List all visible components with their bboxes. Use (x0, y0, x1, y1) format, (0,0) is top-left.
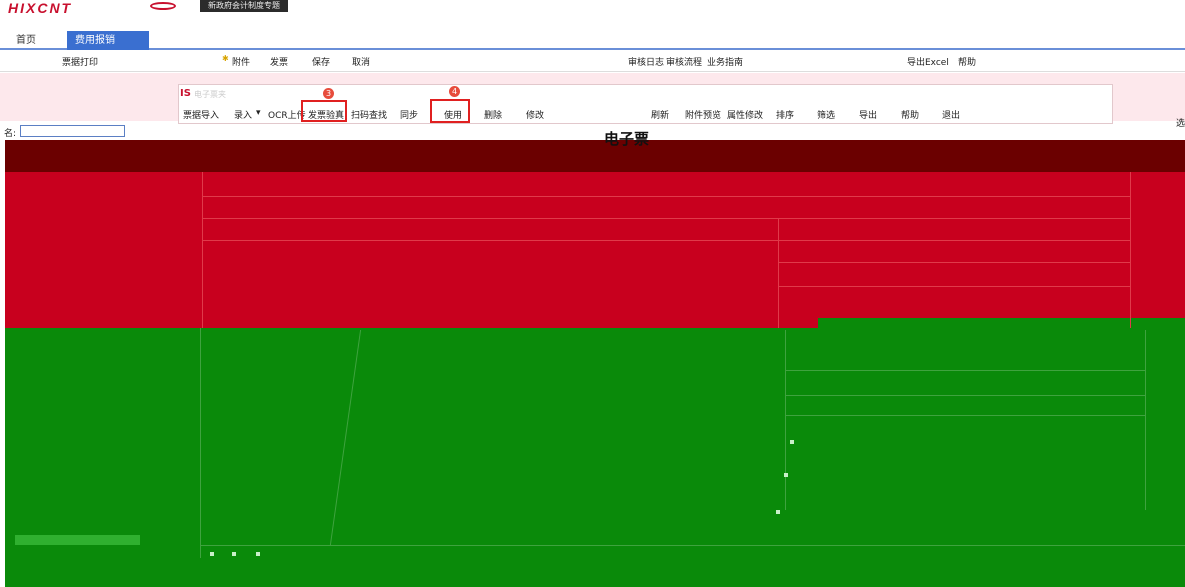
attach-button[interactable]: 附件 (232, 55, 250, 68)
guide-button[interactable]: 业务指南 (707, 55, 743, 68)
grid-line (202, 196, 1130, 197)
grid-line (1145, 330, 1146, 510)
logo-swoosh-icon (150, 2, 176, 10)
sync-button[interactable]: 同步 (400, 108, 418, 121)
document-header-band (5, 140, 1185, 172)
chevron-down-icon[interactable]: ▾ (256, 108, 261, 118)
brand-logo: HIXCNT (8, 0, 73, 16)
ocr-upload-button[interactable]: OCR上传 (268, 108, 306, 121)
refresh-button[interactable]: 刷新 (651, 108, 669, 121)
sub-help-button[interactable]: 帮助 (901, 108, 919, 121)
window-logo: IS (180, 88, 191, 99)
save-button[interactable]: 保存 (312, 55, 330, 68)
step-marker-3: 3 (323, 88, 334, 99)
highlight-use (430, 99, 470, 123)
grid-line (785, 370, 1145, 371)
print-button[interactable]: 票据打印 (62, 55, 98, 68)
grid-line (1130, 172, 1131, 328)
highlight-verify (301, 100, 347, 122)
tab-home[interactable]: 首页 (8, 31, 44, 50)
marker-dot (776, 510, 780, 514)
entry-button[interactable]: 录入 (234, 108, 252, 121)
left-input[interactable] (20, 125, 125, 137)
delete-button[interactable]: 删除 (484, 108, 502, 121)
notice-banner[interactable]: 新政府会计制度专题 (200, 0, 288, 12)
grid-line (785, 415, 1145, 416)
status-bar (15, 535, 140, 545)
tab-bar: 首页 费用报销 (0, 28, 1185, 50)
attach-icon: ✱ (222, 54, 229, 63)
grid-line (200, 545, 1185, 546)
export-button[interactable]: 导出 (859, 108, 877, 121)
left-field-label: 名: (4, 129, 17, 139)
right-label: 选 (1176, 119, 1185, 129)
audit-log-button[interactable]: 审核日志 (628, 55, 664, 68)
import-button[interactable]: 票据导入 (183, 108, 219, 121)
invoice-detail-area (5, 328, 1185, 587)
audit-flow-button[interactable]: 审核流程 (666, 55, 702, 68)
grid-line (202, 240, 1130, 241)
marker-dot (210, 552, 214, 556)
invoice-button[interactable]: 发票 (270, 55, 288, 68)
help-button[interactable]: 帮助 (958, 55, 976, 68)
grid-line (202, 218, 1130, 219)
attachment-preview-button[interactable]: 附件预览 (685, 108, 721, 121)
scan-search-button[interactable]: 扫码查找 (351, 108, 387, 121)
property-edit-button[interactable]: 属性修改 (727, 108, 763, 121)
cancel-button[interactable]: 取消 (352, 55, 370, 68)
grid-line (785, 330, 786, 510)
grid-line (778, 262, 1130, 263)
filter-button[interactable]: 筛选 (817, 108, 835, 121)
top-header: HIXCNT 新政府会计制度专题 (0, 0, 1185, 26)
marker-dot (790, 440, 794, 444)
sort-button[interactable]: 排序 (776, 108, 794, 121)
exit-button[interactable]: 退出 (942, 108, 960, 121)
grid-line (200, 328, 201, 558)
main-toolbar: 票据打印 ✱ 附件 发票 保存 取消 审核日志 审核流程 业务指南 导出Exce… (0, 52, 1185, 72)
export-excel-button[interactable]: 导出Excel (907, 55, 949, 68)
grid-line (778, 218, 779, 328)
tab-expense[interactable]: 费用报销 (67, 31, 149, 50)
marker-dot (256, 552, 260, 556)
grid-line (778, 286, 1130, 287)
step-marker-4: 4 (449, 86, 460, 97)
edit-button[interactable]: 修改 (526, 108, 544, 121)
document-title: 电子票 (604, 130, 650, 148)
marker-dot (232, 552, 236, 556)
grid-line (785, 395, 1145, 396)
marker-dot (784, 473, 788, 477)
window-title: 电子票夹 (194, 90, 226, 99)
